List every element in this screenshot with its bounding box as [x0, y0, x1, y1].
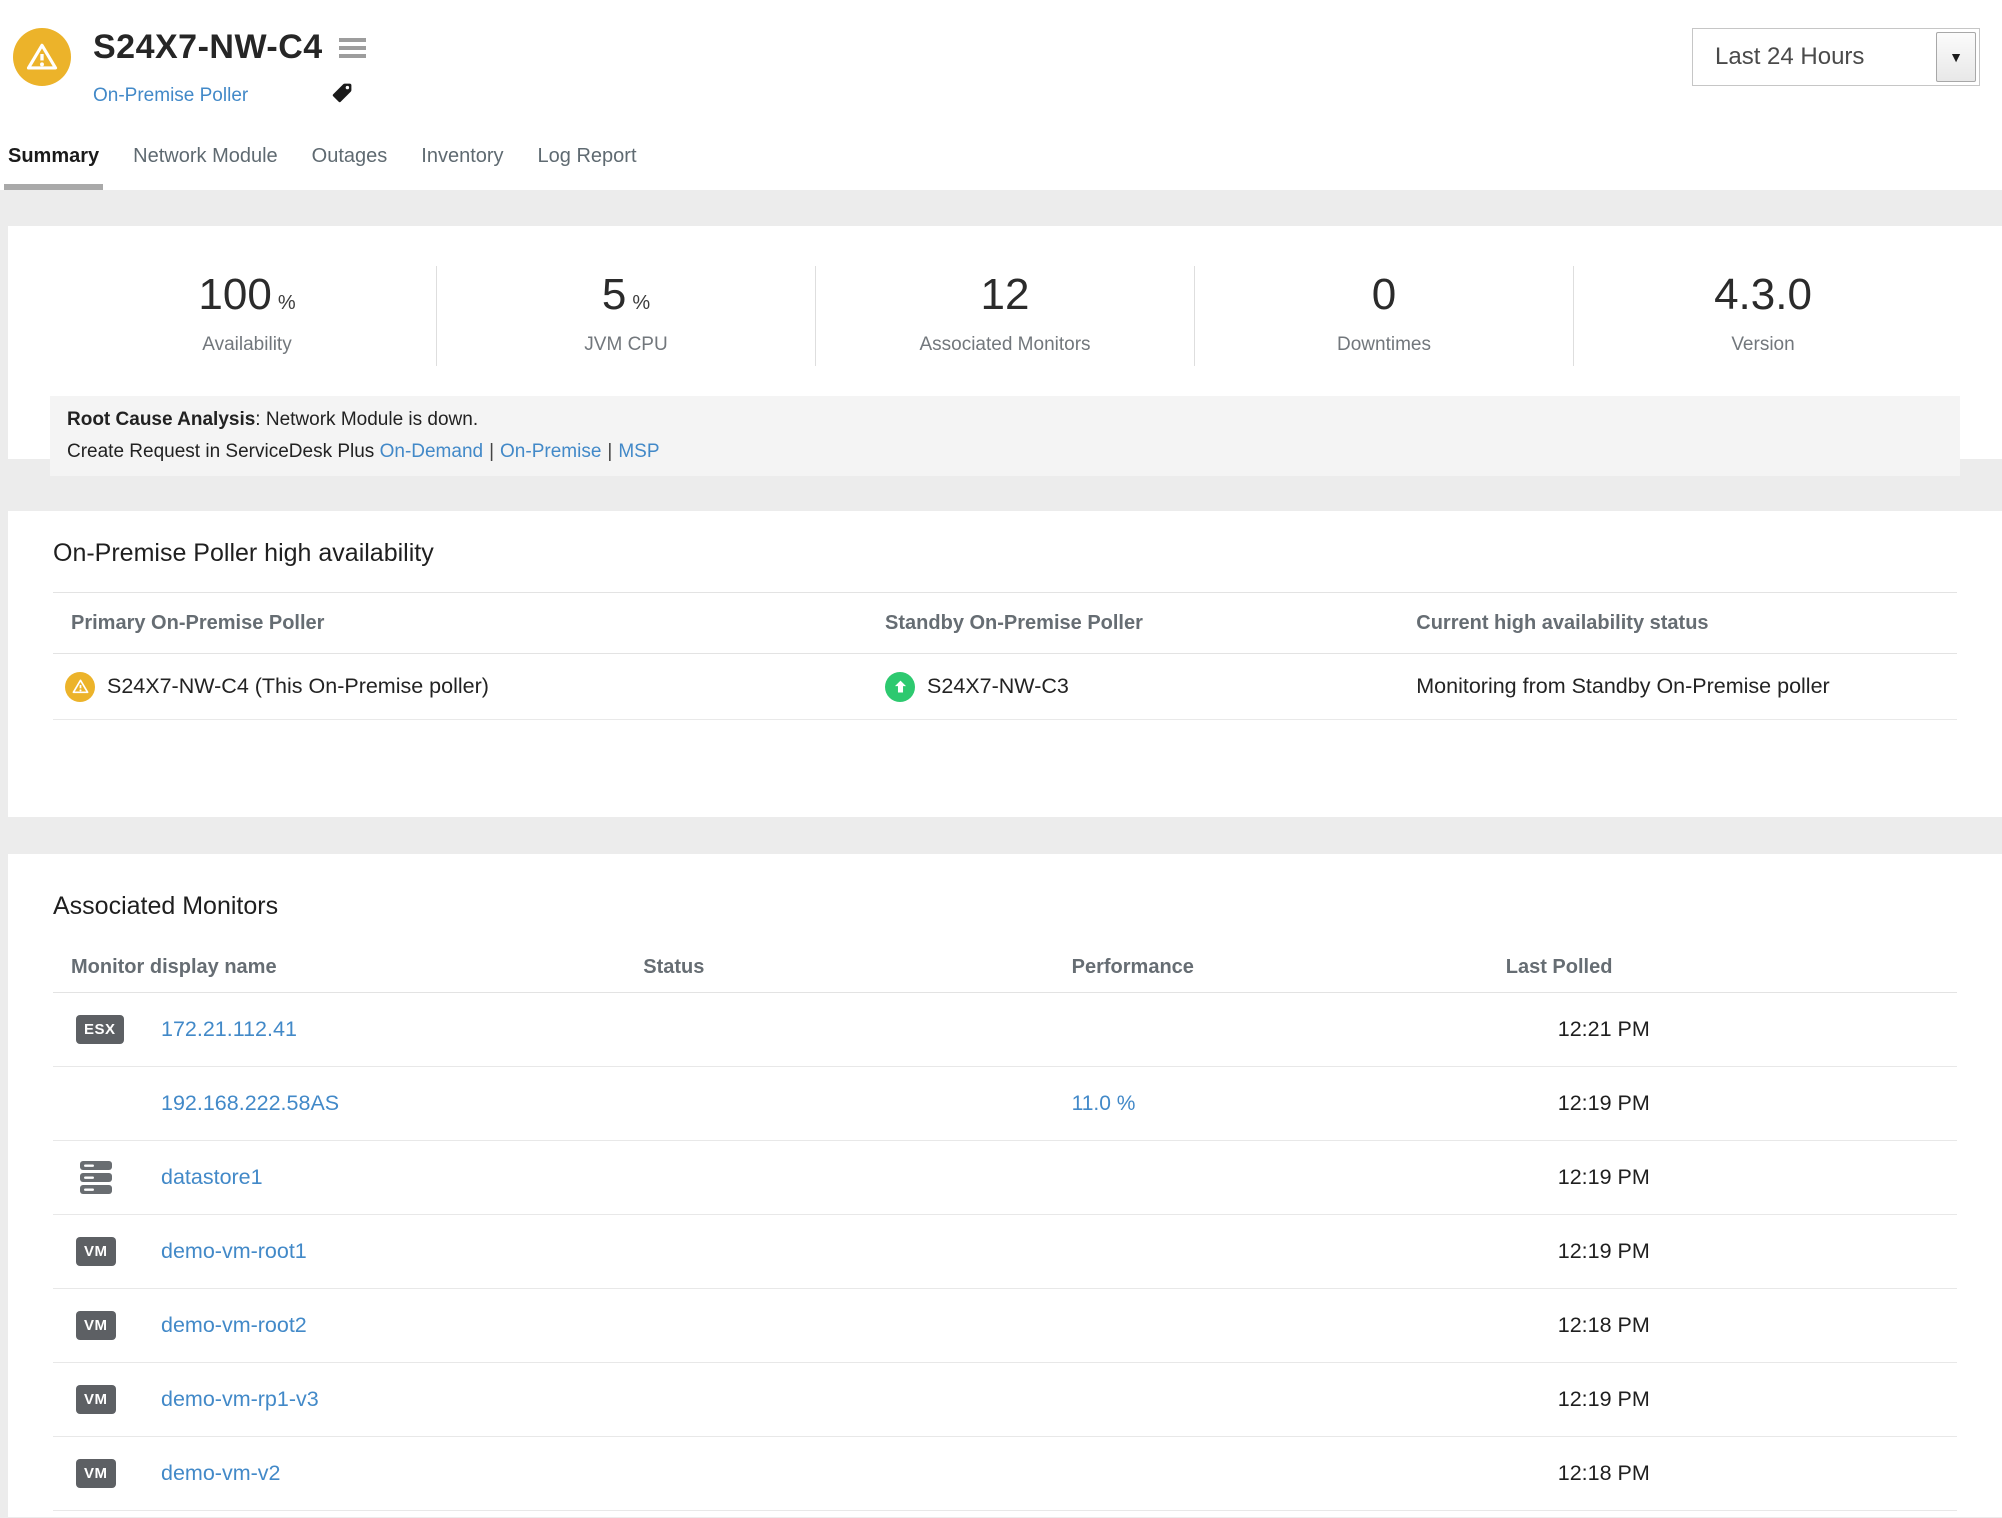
- stat-associated-monitors: 12 Associated Monitors: [815, 266, 1194, 366]
- col-performance: Performance: [1072, 956, 1506, 979]
- monitor-name-link[interactable]: 192.168.222.58AS: [161, 1091, 339, 1116]
- tag-icon[interactable]: [330, 81, 354, 110]
- datastore-icon: [76, 1159, 116, 1197]
- ha-current-status: Monitoring from Standby On-Premise polle…: [1416, 674, 1829, 699]
- monitors-section-title: Associated Monitors: [53, 892, 1957, 921]
- monitor-name-link[interactable]: demo-vm-v2: [161, 1461, 280, 1486]
- stat-jvm-cpu: 5% JVM CPU: [436, 266, 815, 366]
- associated-monitors-card: Associated Monitors Monitor display name…: [8, 854, 2002, 1517]
- ha-row: S24X7-NW-C4 (This On-Premise poller) S24…: [53, 654, 1957, 720]
- jvm-cpu-value: 5: [602, 270, 626, 319]
- stat-version: 4.3.0 Version: [1573, 266, 1952, 366]
- stat-availability: 100% Availability: [58, 266, 436, 366]
- time-range-value: Last 24 Hours: [1715, 43, 1864, 71]
- availability-value: 100: [198, 270, 271, 319]
- version-label: Version: [1574, 334, 1952, 356]
- monitor-row: 192.168.222.58AS 11.0 % 12:19 PM: [53, 1067, 1957, 1141]
- last-polled-time: 12:19 PM: [1506, 1387, 1957, 1412]
- performance-link[interactable]: 11.0 %: [1072, 1092, 1136, 1115]
- associated-monitors-label: Associated Monitors: [816, 334, 1194, 356]
- monitor-row: VM demo-vm-v2 12:18 PM: [53, 1437, 1957, 1511]
- monitor-name-link[interactable]: demo-vm-root1: [161, 1239, 307, 1264]
- downtimes-label: Downtimes: [1195, 334, 1573, 356]
- monitor-name-link[interactable]: datastore1: [161, 1165, 263, 1190]
- ha-table: Primary On-Premise Poller Standby On-Pre…: [53, 592, 1957, 720]
- primary-warning-icon: [65, 672, 95, 702]
- tab-network-module[interactable]: Network Module: [129, 145, 282, 190]
- high-availability-card: On-Premise Poller high availability Prim…: [8, 511, 2002, 817]
- stat-downtimes: 0 Downtimes: [1194, 266, 1573, 366]
- associated-monitors-value: 12: [981, 270, 1030, 319]
- last-polled-time: 12:19 PM: [1506, 1239, 1957, 1264]
- tab-bar: Summary Network Module Outages Inventory…: [4, 145, 667, 190]
- monitor-row: VM demo-vm-root1 12:19 PM: [53, 1215, 1957, 1289]
- monitor-row: ESX 172.21.112.41 12:21 PM: [53, 993, 1957, 1067]
- device-header: S24X7-NW-C4 On-Premise Poller Last 24 Ho…: [0, 0, 2002, 190]
- monitor-name-link[interactable]: demo-vm-root2: [161, 1313, 307, 1338]
- rca-request-prefix: Create Request in ServiceDesk Plus: [67, 441, 380, 462]
- rca-message: : Network Module is down.: [255, 409, 478, 430]
- hamburger-menu-icon[interactable]: [339, 34, 366, 62]
- rca-title: Root Cause Analysis: [67, 409, 255, 430]
- monitor-name-link[interactable]: 172.21.112.41: [161, 1017, 297, 1042]
- ha-primary-name: S24X7-NW-C4 (This On-Premise poller): [107, 674, 489, 699]
- vm-badge-icon: VM: [76, 1385, 116, 1414]
- esx-badge-icon: ESX: [76, 1015, 124, 1044]
- last-polled-time: 12:18 PM: [1506, 1461, 1957, 1486]
- ha-col-primary: Primary On-Premise Poller: [53, 612, 885, 635]
- monitor-row: VM demo-vm-root2 12:18 PM: [53, 1289, 1957, 1363]
- availability-label: Availability: [58, 334, 436, 356]
- downtimes-value: 0: [1372, 270, 1396, 319]
- tab-outages[interactable]: Outages: [308, 145, 392, 190]
- warning-status-icon: [13, 28, 71, 86]
- time-range-select[interactable]: Last 24 Hours ▼: [1692, 28, 1980, 86]
- last-polled-time: 12:21 PM: [1506, 1017, 1957, 1042]
- ha-col-status: Current high availability status: [1416, 612, 1957, 635]
- summary-stats-card: 100% Availability 5% JVM CPU 12 Associat…: [8, 226, 2002, 459]
- rca-link-on-demand[interactable]: On-Demand: [380, 441, 484, 462]
- last-polled-time: 12:18 PM: [1506, 1313, 1957, 1338]
- device-type-link[interactable]: On-Premise Poller: [93, 85, 248, 107]
- last-polled-time: 12:19 PM: [1506, 1091, 1957, 1116]
- col-last-polled: Last Polled: [1506, 956, 1957, 979]
- rca-link-msp[interactable]: MSP: [618, 441, 659, 462]
- version-value: 4.3.0: [1714, 270, 1812, 319]
- last-polled-time: 12:19 PM: [1506, 1165, 1957, 1190]
- ha-col-standby: Standby On-Premise Poller: [885, 612, 1416, 635]
- monitors-table: Monitor display name Status Performance …: [53, 943, 1957, 1511]
- dropdown-arrow-icon[interactable]: ▼: [1936, 32, 1976, 82]
- jvm-cpu-label: JVM CPU: [437, 334, 815, 356]
- col-status: Status: [643, 956, 1071, 979]
- monitor-row: VM demo-vm-rp1-v3 12:19 PM: [53, 1363, 1957, 1437]
- vm-badge-icon: VM: [76, 1311, 116, 1340]
- ha-standby-name: S24X7-NW-C3: [927, 674, 1069, 699]
- col-monitor-display-name: Monitor display name: [53, 956, 643, 979]
- vm-badge-icon: VM: [76, 1237, 116, 1266]
- tab-log-report[interactable]: Log Report: [534, 145, 641, 190]
- vm-badge-icon: VM: [76, 1459, 116, 1488]
- tab-inventory[interactable]: Inventory: [417, 145, 507, 190]
- rca-link-on-premise[interactable]: On-Premise: [500, 441, 601, 462]
- ha-section-title: On-Premise Poller high availability: [53, 539, 1957, 568]
- monitor-name-link[interactable]: demo-vm-rp1-v3: [161, 1387, 319, 1412]
- standby-up-icon: [885, 672, 915, 702]
- monitor-row: datastore1 12:19 PM: [53, 1141, 1957, 1215]
- tab-summary[interactable]: Summary: [4, 145, 103, 190]
- stats-row: 100% Availability 5% JVM CPU 12 Associat…: [58, 266, 1952, 366]
- page-title: S24X7-NW-C4: [93, 28, 323, 67]
